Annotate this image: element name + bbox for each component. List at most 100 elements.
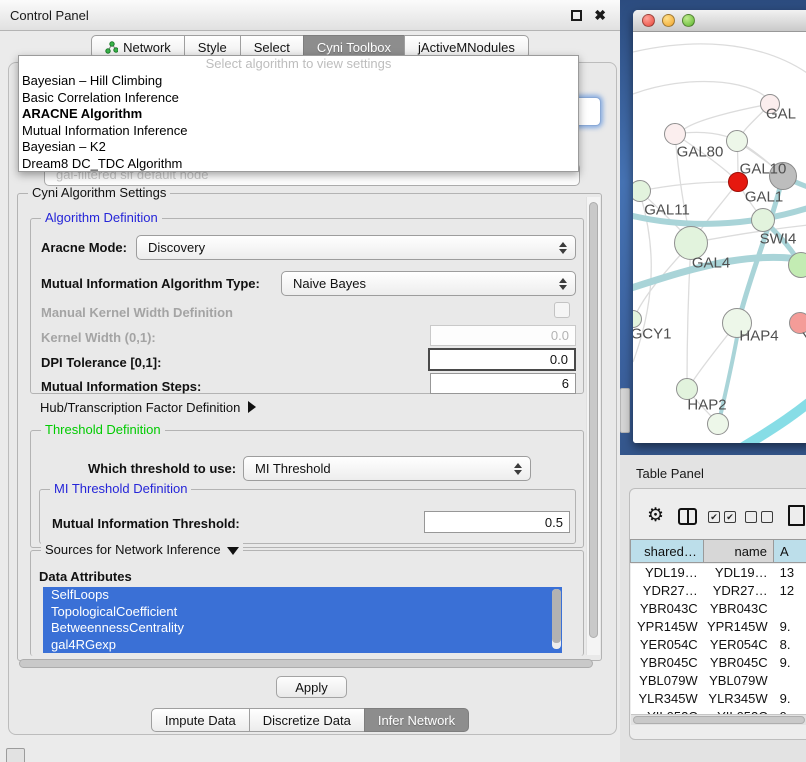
algorithm-dropdown-list: Bayesian – Hill ClimbingBasic Correlatio… xyxy=(19,73,578,172)
network-canvas[interactable]: GALGAL80GAL10GAL1GAL11SWI4GAL4GCY1HAP4YH… xyxy=(633,32,806,443)
algorithm-option[interactable]: Dream8 DC_TDC Algorithm xyxy=(19,156,578,173)
field-value: 6 xyxy=(562,376,569,391)
table-cell: YPR145W xyxy=(704,618,774,636)
panel-splitter-grip[interactable] xyxy=(620,388,630,433)
scrollbar-thumb[interactable] xyxy=(552,589,561,643)
which-threshold-select[interactable]: MI Threshold xyxy=(243,456,531,481)
algorithm-option[interactable]: Basic Correlation Inference xyxy=(19,90,578,107)
threshold-definition-group: Threshold Definition Which threshold to … xyxy=(30,430,584,548)
algorithm-definition-group: Algorithm Definition Aracne Mode: Discov… xyxy=(30,218,584,394)
data-attribute-item[interactable]: gal4RGexp xyxy=(43,637,562,654)
network-node[interactable] xyxy=(726,130,748,152)
minimized-panel-icon[interactable] xyxy=(6,748,25,762)
algorithm-option[interactable]: Mutual Information Inference xyxy=(19,123,578,140)
table-row[interactable]: YDR27…YDR27…12 xyxy=(631,582,806,600)
column-header-shared-name[interactable]: shared… xyxy=(630,540,704,562)
stepper-icon xyxy=(514,463,522,475)
tab-discretize-data[interactable]: Discretize Data xyxy=(249,708,365,732)
list-scrollbar[interactable] xyxy=(552,589,561,649)
network-node[interactable] xyxy=(751,208,775,232)
manual-kernel-label: Manual Kernel Width Definition xyxy=(41,305,233,320)
settings-horizontal-scrollbar[interactable] xyxy=(19,659,593,668)
column-header-clipped[interactable]: A xyxy=(774,540,806,562)
table-cell: YBR045C xyxy=(631,654,704,672)
hub-definition-toggle[interactable]: Hub/Transcription Factor Definition xyxy=(40,400,256,415)
aracne-mode-select[interactable]: Discovery xyxy=(136,235,576,260)
select-all-checkbox-icon[interactable]: ✔ xyxy=(724,511,736,523)
triangle-right-icon xyxy=(248,401,256,413)
network-node[interactable] xyxy=(664,123,686,145)
algorithm-option[interactable]: Bayesian – K2 xyxy=(19,139,578,156)
table-cell: YER054C xyxy=(704,636,774,654)
tab-impute-data[interactable]: Impute Data xyxy=(151,708,250,732)
settings-vertical-scrollbar[interactable] xyxy=(586,197,600,655)
kernel-width-field[interactable]: 0.0 xyxy=(430,325,576,346)
network-node[interactable] xyxy=(707,413,729,435)
algorithm-option[interactable]: Bayesian – Hill Climbing xyxy=(19,73,578,90)
field-value: 0.5 xyxy=(545,515,563,530)
column-header-name[interactable]: name xyxy=(704,540,774,562)
table-cell: 13 xyxy=(774,564,806,582)
table-row[interactable]: YLR345WYLR345W9. xyxy=(631,690,806,708)
table-row[interactable]: YBR043CYBR043C xyxy=(631,600,806,618)
table-cell: YLR345W xyxy=(631,690,704,708)
tab-label: Select xyxy=(254,40,290,55)
data-attribute-item[interactable]: TopologicalCoefficient xyxy=(43,604,562,621)
mi-algorithm-type-select[interactable]: Naive Bayes xyxy=(281,271,576,296)
table-row[interactable]: YBR045CYBR045C9. xyxy=(631,654,806,672)
network-window-titlebar[interactable] xyxy=(633,10,806,32)
table-row[interactable]: YER054CYER054C8. xyxy=(631,636,806,654)
minimize-traffic-light-icon[interactable] xyxy=(662,14,675,27)
mi-threshold-field[interactable]: 0.5 xyxy=(424,511,570,533)
deselect-all-checkbox-icon[interactable] xyxy=(745,511,757,523)
node-label: SWI4 xyxy=(760,231,797,248)
data-attribute-item[interactable]: BetweennessCentrality xyxy=(43,620,562,637)
triangle-down-icon[interactable] xyxy=(227,547,239,555)
table-cell xyxy=(774,672,806,690)
close-icon[interactable]: ✖ xyxy=(594,7,606,24)
stepper-icon xyxy=(559,278,567,290)
table-cell: YDR27… xyxy=(631,582,704,600)
table-cell: YBR045C xyxy=(704,654,774,672)
columns-icon[interactable] xyxy=(678,508,697,525)
table-row[interactable]: YPR145WYPR145W9. xyxy=(631,618,806,636)
stepper-icon xyxy=(559,242,567,254)
deselect-all-checkbox-icon[interactable] xyxy=(761,511,773,523)
node-label: GAL80 xyxy=(677,144,724,161)
algorithm-option[interactable]: ARACNE Algorithm xyxy=(19,106,578,123)
float-window-icon[interactable] xyxy=(571,10,582,21)
manual-kernel-checkbox[interactable] xyxy=(554,302,570,318)
data-attribute-item[interactable]: SelfLoops xyxy=(43,587,562,604)
scrollbar-thumb[interactable] xyxy=(633,716,805,724)
scrollbar-thumb[interactable] xyxy=(589,202,598,638)
field-value: 0.0 xyxy=(551,328,569,343)
table-row[interactable]: YBL079WYBL079W xyxy=(631,672,806,690)
table-row[interactable]: YDL19…YDL19…13 xyxy=(631,564,806,582)
mi-steps-field[interactable]: 6 xyxy=(430,373,576,394)
gear-icon[interactable]: ⚙ xyxy=(647,504,664,527)
group-title: Cyni Algorithm Settings xyxy=(28,185,170,200)
table-cell: YBR043C xyxy=(631,600,704,618)
apply-button[interactable]: Apply xyxy=(276,676,347,698)
node-label: GAL11 xyxy=(644,202,690,219)
network-icon xyxy=(105,41,118,54)
table-cell: YLR345W xyxy=(704,690,774,708)
table-horizontal-scrollbar[interactable] xyxy=(631,714,806,725)
data-attributes-list[interactable]: SelfLoopsTopologicalCoefficientBetweenne… xyxy=(43,587,562,653)
group-title: Sources for Network Inference xyxy=(41,542,243,557)
network-view-window[interactable]: GALGAL80GAL10GAL1GAL11SWI4GAL4GCY1HAP4YH… xyxy=(633,10,806,443)
node-label: Y xyxy=(802,330,806,347)
group-title: Algorithm Definition xyxy=(41,210,162,225)
algorithm-dropdown: Select algorithm to view settings Bayesi… xyxy=(18,55,579,172)
table-body[interactable]: YDL19…YDL19…13YDR27…YDR27…12YBR043CYBR04… xyxy=(631,564,806,714)
field-value: 0.0 xyxy=(550,352,568,367)
close-traffic-light-icon[interactable] xyxy=(642,14,655,27)
table-cell: YBL079W xyxy=(704,672,774,690)
node-label: GAL4 xyxy=(692,255,730,272)
tab-infer-network[interactable]: Infer Network xyxy=(364,708,469,732)
export-table-icon[interactable] xyxy=(788,505,805,526)
zoom-traffic-light-icon[interactable] xyxy=(682,14,695,27)
dpi-tolerance-field[interactable]: 0.0 xyxy=(428,348,576,371)
select-all-checkbox-icon[interactable]: ✔ xyxy=(708,511,720,523)
tab-label: jActiveMNodules xyxy=(418,40,515,55)
